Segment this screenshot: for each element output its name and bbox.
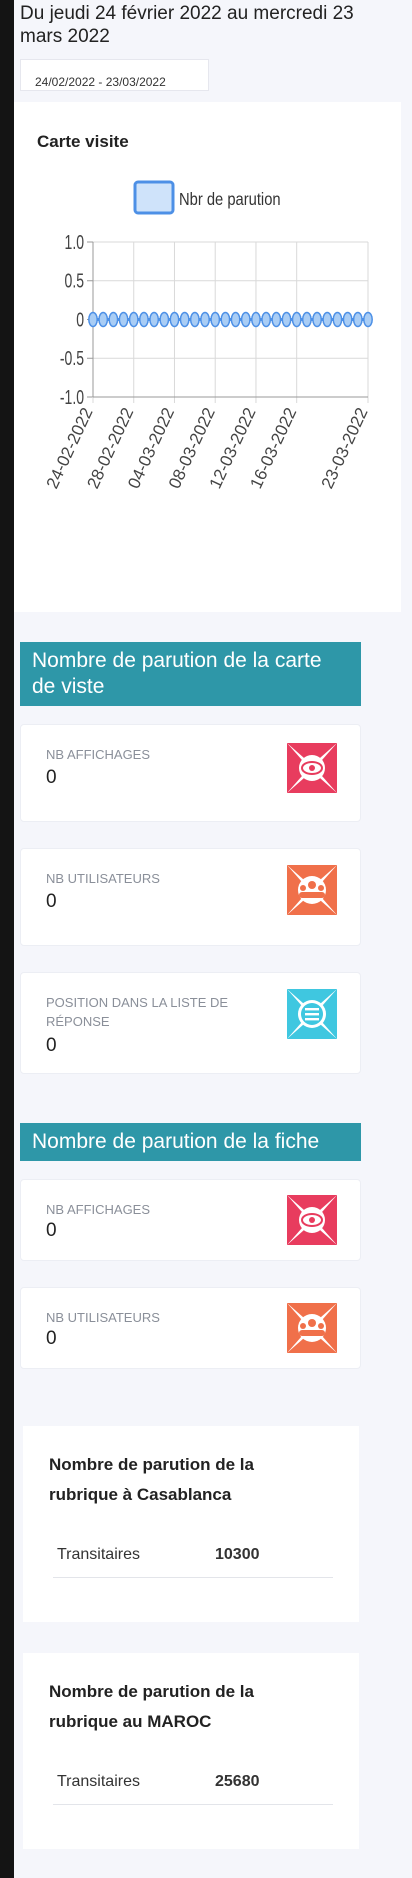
stat-card-utilisateurs: NB UTILISATEURS 0 xyxy=(20,848,361,946)
y-tick-label: -0.5 xyxy=(60,347,84,370)
stat-value: 0 xyxy=(46,1035,57,1056)
category-cell: Transitaires xyxy=(57,1546,140,1563)
stat-card-fiche-affichages: NB AFFICHAGES 0 xyxy=(20,1179,361,1261)
data-point xyxy=(128,311,139,328)
stat-label: NB UTILISATEURS xyxy=(46,1310,160,1325)
stat-label: NB AFFICHAGES xyxy=(46,747,151,762)
data-point xyxy=(352,311,363,328)
data-point xyxy=(261,311,272,328)
stat-card-position: POSITION DANS LA LISTE DE RÉPONSE 0 xyxy=(20,972,361,1074)
x-tick-label: 23-03-2022 xyxy=(318,405,372,492)
list-icon xyxy=(287,989,337,1039)
data-point xyxy=(301,311,312,328)
data-point xyxy=(342,311,353,328)
stat-value: 0 xyxy=(46,891,57,912)
stat-label: NB UTILISATEURS xyxy=(46,871,160,886)
data-point xyxy=(220,311,231,328)
y-tick-label: 0.5 xyxy=(65,269,84,292)
table-row: Transitaires 10300 xyxy=(53,1544,333,1578)
eye-icon xyxy=(287,743,337,793)
eye-icon xyxy=(287,1195,337,1245)
stat-label: NB AFFICHAGES xyxy=(46,1202,151,1217)
period-title: Du jeudi 24 février 2022 au mercredi 23 … xyxy=(20,3,354,47)
line-chart: Nbr de parution1.00.50-0.5-1.024-02-2022… xyxy=(43,180,373,492)
data-point xyxy=(98,311,109,328)
category-cell: Transitaires xyxy=(57,1773,140,1790)
rubrique-title: Nombre de parution de la rubrique à Casa… xyxy=(49,1455,254,1504)
data-point xyxy=(291,311,302,328)
data-point xyxy=(179,311,190,328)
data-point xyxy=(240,311,251,328)
left-edge-strip xyxy=(0,0,14,1878)
y-tick-label: 0 xyxy=(76,308,84,331)
stat-card-affichages: NB AFFICHAGES 0 xyxy=(20,724,361,822)
stat-card-fiche-utilisateurs: NB UTILISATEURS 0 xyxy=(20,1287,361,1369)
data-point xyxy=(200,311,210,328)
users-icon xyxy=(287,1303,337,1353)
fiche-section-title: Nombre de parution de la fiche xyxy=(20,1123,361,1161)
data-point xyxy=(312,311,323,328)
count-cell: 10300 xyxy=(215,1546,260,1563)
stat-value: 0 xyxy=(46,767,57,788)
data-point xyxy=(251,311,261,328)
date-range-input[interactable]: 24/02/2022 - 23/03/2022 xyxy=(20,59,209,91)
data-point xyxy=(322,311,333,328)
table-row: Transitaires 25680 xyxy=(53,1771,333,1805)
users-icon xyxy=(287,865,337,915)
chart-card: Carte visite Nbr de parution 1.0 0.5 0 -0.5-… xyxy=(14,102,401,612)
data-point xyxy=(189,311,200,328)
stat-value: 0 xyxy=(46,1220,57,1241)
data-point xyxy=(230,311,241,328)
data-point xyxy=(169,311,180,328)
stat-value: 0 xyxy=(46,1328,57,1349)
data-point xyxy=(108,311,119,328)
legend-swatch xyxy=(133,180,175,215)
data-point xyxy=(363,311,373,328)
rubrique-maroc-card: Nombre de parution de la rubrique au MAR… xyxy=(23,1653,359,1849)
rubrique-title: Nombre de parution de la rubrique au MAR… xyxy=(49,1682,254,1731)
y-tick-label: 1.0 xyxy=(65,230,84,253)
legend-label: Nbr de parution xyxy=(179,190,281,210)
data-point xyxy=(210,311,221,328)
data-point xyxy=(332,311,343,328)
data-point xyxy=(118,311,129,328)
data-point xyxy=(271,311,282,328)
data-point xyxy=(159,311,170,328)
carte-section-title: Nombre de parution de la carte de viste xyxy=(20,642,361,706)
stat-label: POSITION DANS LA LISTE DE RÉPONSE xyxy=(46,995,229,1029)
data-point xyxy=(138,311,149,328)
data-point xyxy=(281,311,292,328)
count-cell: 25680 xyxy=(215,1773,260,1790)
data-point xyxy=(88,311,98,328)
data-point xyxy=(149,311,160,328)
rubrique-casablanca-card: Nombre de parution de la rubrique à Casa… xyxy=(23,1426,359,1622)
